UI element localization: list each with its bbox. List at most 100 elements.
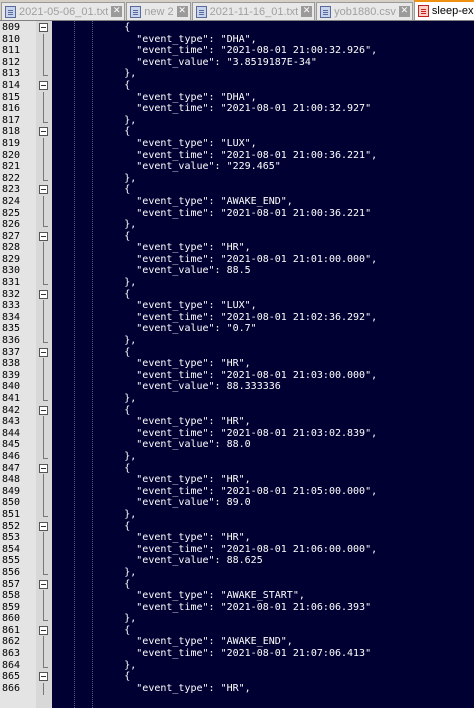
fold-toggle-icon[interactable]: [39, 23, 48, 32]
code-line[interactable]: 822 },: [0, 172, 474, 185]
code-line[interactable]: 843 "event_type": "HR",: [0, 416, 474, 429]
code-line[interactable]: 809 {: [0, 22, 474, 34]
code-line[interactable]: 857 {: [0, 579, 474, 591]
code-line[interactable]: 810 "event_type": "DHA",: [0, 33, 474, 47]
code-line[interactable]: 856 },: [0, 566, 474, 579]
code-line[interactable]: 839 "event_time": "2021-08-01 21:03:00.0…: [0, 369, 474, 383]
code-line[interactable]: 845 "event_value": 88.0: [0, 439, 474, 452]
code-line[interactable]: 812 "event_value": "3.8519187E-34": [0, 56, 474, 70]
close-icon[interactable]: ✕: [301, 6, 313, 17]
code-line[interactable]: 858 "event_type": "AWAKE_START",: [0, 590, 474, 603]
code-line[interactable]: 848 "event_type": "HR",: [0, 474, 474, 487]
code-text: "event_type": "AWAKE_END",: [52, 636, 293, 648]
code-line[interactable]: 854 "event_time": "2021-08-01 21:06:00.0…: [0, 543, 474, 557]
code-line[interactable]: 816 "event_time": "2021-08-01 21:00:32.9…: [0, 103, 474, 116]
code-text: "event_value": "0.7": [52, 323, 257, 335]
code-line[interactable]: 852 {: [0, 521, 474, 533]
line-number: 830: [2, 265, 21, 277]
line-number: 839: [2, 369, 21, 381]
code-line[interactable]: 819 "event_type": "LUX",: [0, 137, 474, 151]
fold-toggle-icon[interactable]: [39, 80, 48, 90]
fold-toggle-icon[interactable]: [39, 127, 48, 137]
code-line[interactable]: 828 "event_type": "HR",: [0, 242, 474, 255]
close-icon[interactable]: ✕: [176, 6, 188, 17]
line-number: 863: [2, 648, 21, 660]
fold-toggle-icon[interactable]: [39, 672, 48, 682]
fold-toggle-icon[interactable]: [39, 289, 48, 299]
fold-toggle-icon[interactable]: [39, 405, 48, 415]
code-line[interactable]: 835 "event_value": "0.7": [0, 323, 474, 337]
tab-1[interactable]: new 2 ✕: [126, 2, 191, 20]
code-line[interactable]: 811 "event_time": "2021-08-01 21:00:32.9…: [0, 45, 474, 58]
code-line[interactable]: 818 {: [0, 126, 474, 138]
code-line[interactable]: 826 },: [0, 219, 474, 231]
code-line[interactable]: 849 "event_time": "2021-08-01 21:05:00.0…: [0, 485, 474, 499]
code-line[interactable]: 860 },: [0, 613, 474, 625]
code-line[interactable]: 813 },: [0, 68, 474, 80]
tab-0[interactable]: 2021-05-06_01.txt ✕: [1, 2, 126, 20]
code-line[interactable]: 824 "event_type": "AWAKE_END",: [0, 195, 474, 209]
code-line[interactable]: 863 "event_time": "2021-08-01 21:07:06.4…: [0, 648, 474, 661]
code-line[interactable]: 837 {: [0, 347, 474, 359]
code-text: },: [52, 659, 137, 671]
code-line[interactable]: 834 "event_time": "2021-08-01 21:02:36.2…: [0, 311, 474, 325]
code-line[interactable]: 827 {: [0, 231, 474, 243]
fold-toggle-icon[interactable]: [39, 463, 48, 473]
code-line[interactable]: 841 },: [0, 393, 474, 405]
fold-toggle-icon[interactable]: [39, 347, 48, 357]
tab-3[interactable]: yob1880.csv ✕: [316, 2, 413, 20]
code-lines[interactable]: 809 {810 "event_type": "DHA", 811 "event_…: [0, 22, 474, 696]
code-line[interactable]: 820 "event_time": "2021-08-01 21:00:36.2…: [0, 149, 474, 163]
code-line[interactable]: 855 "event_value": 88.625: [0, 555, 474, 568]
fold-line: [39, 532, 48, 545]
fold-line: [39, 369, 48, 383]
code-line[interactable]: 817 },: [0, 114, 474, 127]
tab-4[interactable]: sleep-export-2021-08.json✕: [413, 0, 474, 20]
code-line[interactable]: 851 },: [0, 508, 474, 521]
code-line[interactable]: 862 "event_type": "AWAKE_END",: [0, 636, 474, 650]
line-number: 853: [2, 532, 21, 544]
code-line[interactable]: 866 "event_type": "HR",: [0, 682, 474, 696]
fold-line: [39, 590, 48, 603]
code-text: },: [52, 114, 137, 126]
code-line[interactable]: 833 "event_type": "LUX",: [0, 300, 474, 313]
code-line[interactable]: 847 {: [0, 463, 474, 475]
code-line[interactable]: 836 },: [0, 335, 474, 347]
fold-toggle-icon[interactable]: [39, 579, 48, 589]
fold-line: [39, 682, 48, 696]
code-line[interactable]: 838 "event_type": "HR",: [0, 358, 474, 371]
code-line[interactable]: 859 "event_time": "2021-08-01 21:06:06.3…: [0, 601, 474, 615]
fold-toggle-icon[interactable]: [39, 185, 48, 195]
code-line[interactable]: 864 },: [0, 659, 474, 672]
code-line[interactable]: 821 "event_value": "229.465": [0, 161, 474, 174]
code-line[interactable]: 846 },: [0, 450, 474, 463]
fold-toggle-icon[interactable]: [39, 231, 48, 241]
code-line[interactable]: 823 {: [0, 184, 474, 196]
code-line[interactable]: 815 "event_type": "DHA",: [0, 91, 474, 105]
code-line[interactable]: 832 {: [0, 289, 474, 301]
code-line[interactable]: 825 "event_time": "2021-08-01 21:00:36.2…: [0, 207, 474, 221]
fold-line: [39, 207, 48, 221]
tab-2[interactable]: 2021-11-16_01.txt ✕: [191, 2, 316, 20]
line-number: 820: [2, 149, 21, 161]
code-editor[interactable]: 809 {810 "event_type": "DHA", 811 "event_…: [0, 21, 474, 708]
code-line[interactable]: 814 {: [0, 80, 474, 92]
fold-line: [39, 300, 48, 313]
code-line[interactable]: 850 "event_value": 89.0: [0, 497, 474, 510]
code-line[interactable]: 865 {: [0, 671, 474, 683]
code-line[interactable]: 844 "event_time": "2021-08-01 21:03:02.8…: [0, 427, 474, 441]
fold-toggle-icon[interactable]: [39, 625, 48, 635]
code-line[interactable]: 831 },: [0, 277, 474, 289]
code-line[interactable]: 842 {: [0, 405, 474, 417]
close-icon[interactable]: ✕: [111, 6, 123, 17]
code-line[interactable]: 829 "event_time": "2021-08-01 21:01:00.0…: [0, 253, 474, 267]
code-line[interactable]: 853 "event_type": "HR",: [0, 532, 474, 545]
code-line[interactable]: 830 "event_value": 88.5: [0, 265, 474, 279]
fold-line: [39, 335, 48, 345]
code-line[interactable]: 861 {: [0, 625, 474, 637]
code-line[interactable]: 840 "event_value": 88.333336: [0, 381, 474, 395]
close-icon[interactable]: ✕: [398, 6, 410, 17]
code-text: "event_type": "HR",: [52, 474, 251, 486]
fold-toggle-icon[interactable]: [39, 521, 48, 531]
code-text: "event_time": "2021-08-01 21:06:00.000",: [52, 543, 378, 555]
